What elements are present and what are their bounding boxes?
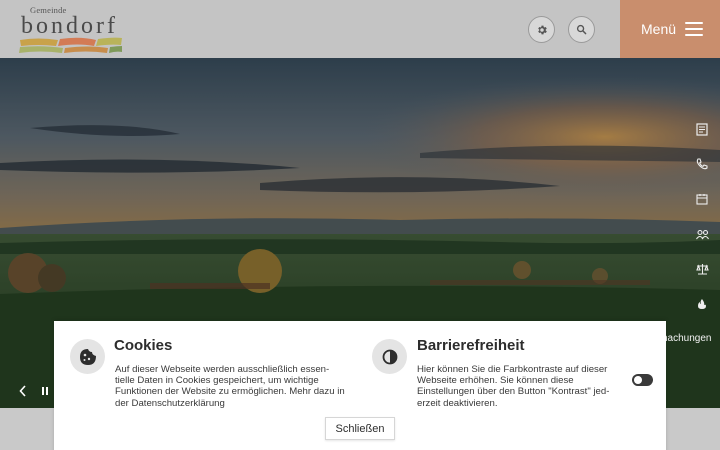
fire-icon[interactable] bbox=[693, 295, 711, 313]
scales-icon[interactable] bbox=[693, 260, 711, 278]
chevron-left-icon[interactable] bbox=[19, 385, 27, 400]
close-button[interactable]: Schließen bbox=[325, 417, 395, 440]
search-button[interactable] bbox=[568, 16, 595, 43]
menu-label: Menü bbox=[641, 21, 677, 37]
contrast-toggle[interactable] bbox=[632, 374, 653, 386]
site-logo[interactable]: Gemeinde bondorf bbox=[18, 5, 126, 53]
side-label-partial[interactable]: nachungen bbox=[662, 333, 712, 344]
contrast-icon bbox=[372, 339, 407, 374]
news-icon[interactable] bbox=[693, 120, 711, 138]
cookie-dialog: Cookies Auf dieser Webseite werden aussc… bbox=[54, 321, 666, 450]
site-header: Gemeinde bondorf Menü bbox=[0, 0, 720, 58]
phone-icon[interactable] bbox=[693, 155, 711, 173]
logo-title: bondorf bbox=[21, 13, 118, 39]
accessibility-text: Hier können Sie die Farbkontraste auf di… bbox=[417, 364, 610, 409]
settings-button[interactable] bbox=[528, 16, 555, 43]
search-icon bbox=[576, 24, 587, 35]
pause-icon[interactable] bbox=[41, 385, 49, 400]
menu-button[interactable]: Menü bbox=[620, 0, 720, 58]
logo-stripes bbox=[19, 37, 122, 53]
cookies-title: Cookies bbox=[114, 337, 173, 354]
hamburger-icon bbox=[685, 22, 704, 36]
calendar-icon[interactable] bbox=[693, 190, 711, 208]
gear-icon bbox=[537, 25, 547, 34]
people-icon[interactable] bbox=[693, 225, 711, 243]
accessibility-title: Barrierefreiheit bbox=[417, 337, 525, 354]
cookie-icon bbox=[70, 339, 105, 374]
cookies-text: Auf dieser Webseite werden ausschließlic… bbox=[115, 364, 345, 409]
